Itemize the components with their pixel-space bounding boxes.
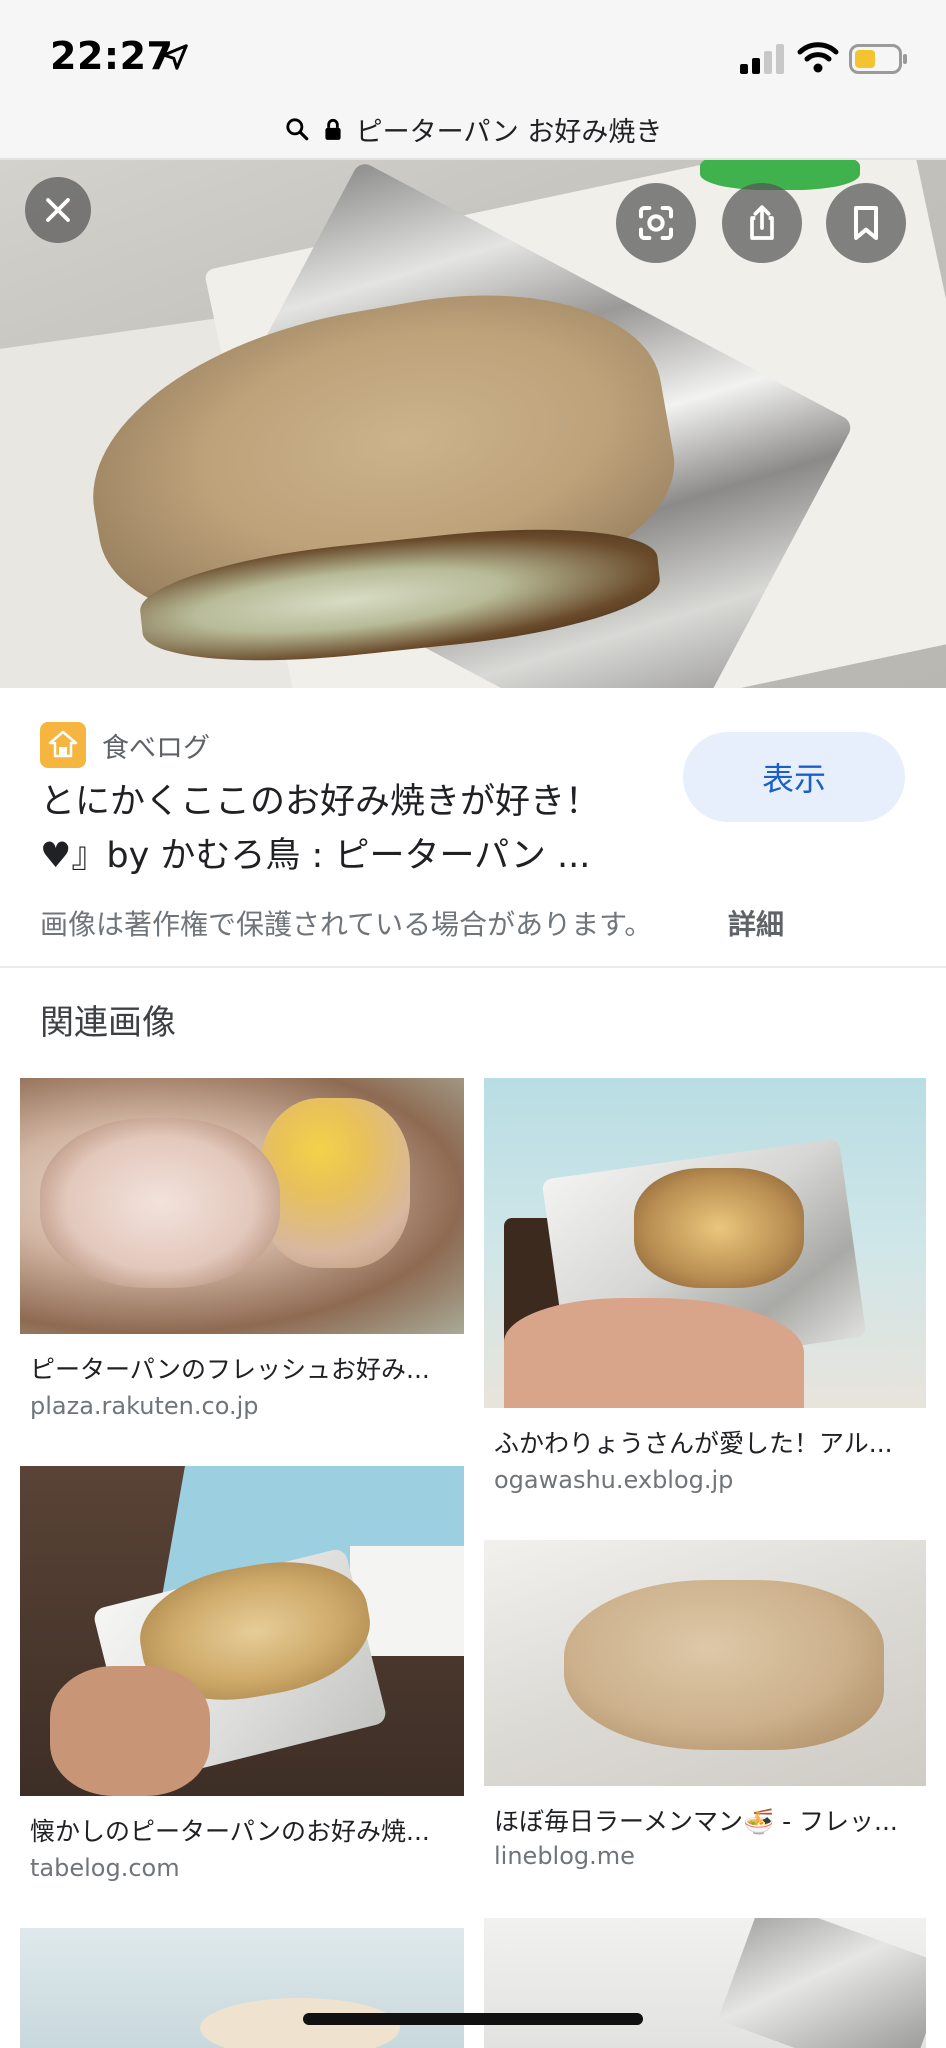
- home-indicator[interactable]: [303, 2013, 643, 2025]
- related-image-thumbnail[interactable]: [484, 1540, 926, 1786]
- tabelog-logo-icon: [40, 722, 86, 768]
- share-icon: [750, 205, 774, 240]
- view-button[interactable]: 表示: [683, 732, 905, 822]
- related-image-thumbnail[interactable]: [484, 1918, 926, 2048]
- status-time: 22:27: [50, 34, 174, 78]
- lock-icon: [325, 118, 341, 140]
- related-image-card[interactable]: ほぼ毎日ラーメンマン🍜 - フレッ... lineblog.me: [484, 1540, 926, 1870]
- related-image-domain: lineblog.me: [494, 1842, 635, 1870]
- related-image-card[interactable]: ふかわりょうさんが愛した！アル... ogawashu.exblog.jp: [484, 1078, 926, 1498]
- related-image-thumbnail[interactable]: [20, 1928, 464, 2048]
- related-image-domain: ogawashu.exblog.jp: [494, 1466, 734, 1494]
- battery-icon: [849, 44, 907, 74]
- related-image-domain: plaza.rakuten.co.jp: [30, 1392, 259, 1420]
- search-query-text: ピーターパン お好み焼き: [355, 116, 663, 148]
- close-icon: [46, 198, 70, 222]
- bookmark-icon: [854, 206, 878, 240]
- save-button[interactable]: [826, 183, 906, 263]
- status-bar: 22:27: [0, 0, 946, 100]
- details-link[interactable]: 詳細: [728, 903, 784, 943]
- share-button[interactable]: [722, 183, 802, 263]
- related-image-card[interactable]: [484, 1918, 926, 2048]
- source-info[interactable]: 食べログ: [40, 722, 210, 768]
- close-button[interactable]: [25, 177, 91, 243]
- source-name: 食べログ: [102, 732, 210, 764]
- copyright-notice: 画像は著作権で保護されている場合があります。: [40, 908, 653, 941]
- location-arrow-icon: [162, 44, 188, 70]
- related-image-card[interactable]: ピーターパンのフレッシュお好み... plaza.rakuten.co.jp: [20, 1078, 464, 1438]
- related-image-thumbnail[interactable]: [484, 1078, 926, 1408]
- address-bar[interactable]: ピーターパン お好み焼き: [0, 100, 946, 160]
- related-image-caption: ほぼ毎日ラーメンマン🍜 - フレッ...: [494, 1807, 898, 1836]
- related-image-domain: tabelog.com: [30, 1854, 180, 1882]
- divider: [0, 966, 946, 968]
- related-image-caption: 懐かしのピーターパンのお好み焼...: [30, 1817, 430, 1846]
- cellular-signal-icon: [740, 44, 784, 74]
- related-image-thumbnail[interactable]: [20, 1078, 464, 1334]
- wifi-icon: [797, 42, 839, 73]
- related-image-card[interactable]: 懐かしのピーターパンのお好み焼... tabelog.com: [20, 1466, 464, 1886]
- result-title[interactable]: とにかくここのお好み焼きが好き！ ♥』by かむろ鳥 : ピーターパン ...: [40, 775, 640, 883]
- result-title-line2: ♥』by かむろ鳥 : ピーターパン ...: [40, 836, 591, 876]
- preview-image[interactable]: [0, 160, 946, 688]
- related-image-caption: ピーターパンのフレッシュお好み...: [30, 1355, 430, 1384]
- related-images-heading: 関連画像: [40, 1003, 176, 1043]
- lens-icon: [639, 206, 673, 240]
- search-icon: [286, 118, 308, 141]
- related-image-thumbnail[interactable]: [20, 1466, 464, 1796]
- related-image-caption: ふかわりょうさんが愛した！アル...: [494, 1429, 893, 1458]
- lens-search-button[interactable]: [616, 183, 696, 263]
- result-title-line1: とにかくここのお好み焼きが好き！: [40, 782, 601, 822]
- related-image-card[interactable]: [20, 1928, 464, 2048]
